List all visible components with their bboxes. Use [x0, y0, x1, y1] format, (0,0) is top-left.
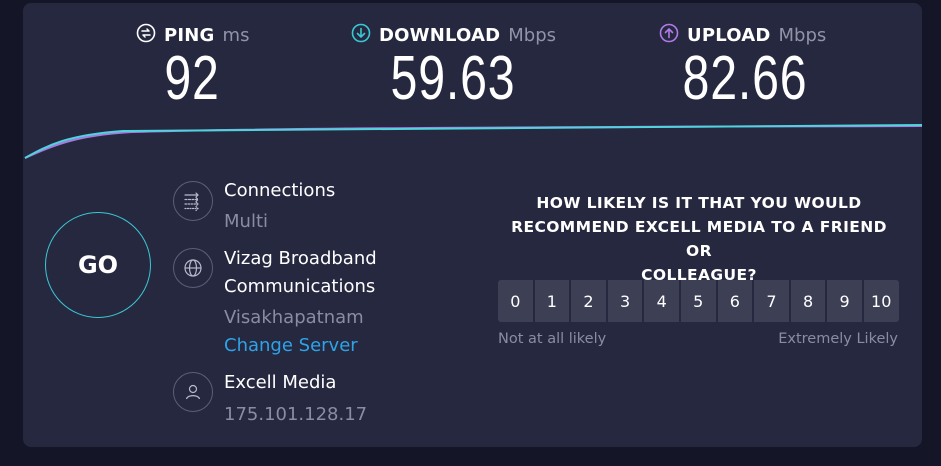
upload-unit: Mbps — [778, 24, 827, 46]
survey-question-line2: RECOMMEND EXCELL MEDIA TO A FRIEND OR — [511, 218, 887, 260]
ping-label: PING — [164, 24, 215, 46]
rating-option-10[interactable]: 10 — [863, 280, 899, 322]
rating-option-7[interactable]: 7 — [754, 280, 789, 322]
go-button[interactable]: GO — [45, 212, 151, 318]
rating-option-9[interactable]: 9 — [827, 280, 862, 322]
globe-icon — [173, 248, 213, 288]
user-icon — [173, 372, 213, 412]
download-speed-line — [24, 124, 922, 159]
survey-question-line1: HOW LIKELY IS IT THAT YOU WOULD — [536, 194, 862, 212]
upload-metric: UPLOAD Mbps 82.66 — [659, 23, 831, 113]
ping-value: 92 — [164, 44, 220, 113]
ping-unit: ms — [222, 24, 250, 46]
upload-label: UPLOAD — [687, 24, 771, 46]
server-location: Visakhapatnam — [224, 307, 364, 328]
upload-arrow-icon — [659, 23, 679, 47]
server-name-line2: Communications — [224, 276, 376, 297]
speedtest-result-panel: PING ms 92 DOWNLOAD Mbps 59.63 UPLOAD Mb… — [23, 3, 922, 447]
upload-value: 82.66 — [682, 44, 808, 113]
rating-option-2[interactable]: 2 — [571, 280, 606, 322]
provider-name: Excell Media — [224, 372, 337, 393]
rating-option-3[interactable]: 3 — [607, 280, 643, 322]
survey-question: HOW LIKELY IS IT THAT YOU WOULD RECOMMEN… — [497, 191, 901, 287]
ping-metric: PING ms 92 — [136, 23, 250, 113]
ping-icon — [136, 23, 156, 47]
server-name-line1: Vizag Broadband — [224, 248, 377, 269]
rating-option-5[interactable]: 5 — [680, 280, 716, 322]
provider-ip: 175.101.128.17 — [224, 404, 368, 425]
connections-value: Multi — [224, 211, 268, 232]
connections-icon — [173, 181, 213, 221]
connections-title: Connections — [224, 180, 336, 201]
speed-graph — [24, 124, 922, 159]
rating-scale: 0 1 2 3 4 5 6 7 8 9 10 — [498, 280, 899, 322]
change-server-link[interactable]: Change Server — [224, 334, 358, 358]
download-label: DOWNLOAD — [379, 24, 501, 46]
download-unit: Mbps — [508, 24, 557, 46]
scale-low-label: Not at all likely — [498, 331, 607, 347]
rating-option-0[interactable]: 0 — [498, 280, 533, 322]
rating-option-1[interactable]: 1 — [534, 280, 570, 322]
scale-high-label: Extremely Likely — [778, 331, 898, 347]
download-metric: DOWNLOAD Mbps 59.63 — [351, 23, 557, 113]
rating-option-4[interactable]: 4 — [644, 280, 679, 322]
download-value: 59.63 — [390, 44, 516, 113]
rating-option-8[interactable]: 8 — [790, 280, 826, 322]
download-arrow-icon — [351, 23, 371, 47]
rating-option-6[interactable]: 6 — [717, 280, 753, 322]
